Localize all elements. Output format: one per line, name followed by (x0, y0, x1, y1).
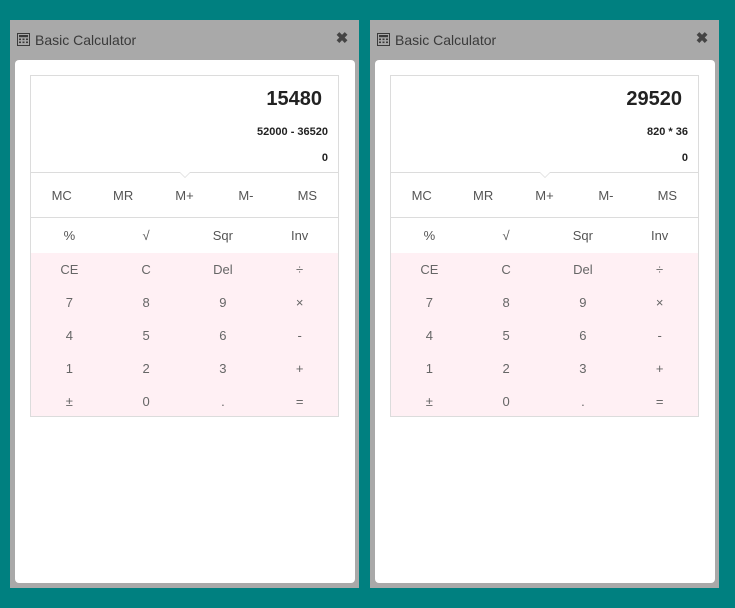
close-icon[interactable]: ✖ (335, 31, 349, 47)
percent-button[interactable]: % (31, 218, 108, 253)
mr-button[interactable]: MR (92, 173, 153, 217)
key-minus-button[interactable]: - (261, 319, 338, 352)
memory-value: 0 (681, 152, 688, 164)
mc-button[interactable]: MC (31, 173, 92, 217)
key-c-button[interactable]: C (468, 253, 545, 286)
keypad: CE C Del ÷ 7 8 9 × 4 5 6- 1 2 3 + ±0. = (31, 253, 338, 416)
memory-button-row: MC MR M+ M- MS (391, 173, 698, 218)
keypad: CE C Del ÷ 7 8 9 × 4 5 6- 1 2 3 + ±0. = (391, 253, 698, 416)
key-9-button[interactable]: 9 (545, 286, 622, 319)
key-4-button[interactable]: 4 (31, 319, 108, 352)
key-0-button[interactable]: 0 (468, 385, 545, 418)
key-7-button[interactable]: 7 (31, 286, 108, 319)
key-1-button[interactable]: 1 (31, 352, 108, 385)
function-button-row: % √ Sqr Inv (31, 218, 338, 253)
key-divide-button[interactable]: ÷ (261, 253, 338, 286)
calculator-window[interactable]: Basic Calculator ✖ 29520 820 * 36 0 MC MR M+ M- M… (370, 20, 719, 588)
key-3-button[interactable]: 3 (545, 352, 622, 385)
key-divide-button[interactable]: ÷ (621, 253, 698, 286)
ms-button[interactable]: MS (277, 173, 338, 217)
key-c-button[interactable]: C (108, 253, 185, 286)
key-multiply-button[interactable]: × (621, 286, 698, 319)
window-titlebar[interactable]: Basic Calculator ✖ (10, 20, 359, 60)
close-icon[interactable]: ✖ (695, 31, 709, 47)
key-5-button[interactable]: 5 (468, 319, 545, 352)
key-decimal-button[interactable]: . (185, 385, 262, 418)
function-button-row: % √ Sqr Inv (391, 218, 698, 253)
memory-button-row: MC MR M+ M- MS (31, 173, 338, 218)
sqr-button[interactable]: Sqr (185, 218, 262, 253)
expression-value: 52000 - 36520 (257, 126, 328, 138)
key-del-button[interactable]: Del (545, 253, 622, 286)
mminus-button[interactable]: M- (215, 173, 276, 217)
key-ce-button[interactable]: CE (31, 253, 108, 286)
expression-value: 820 * 36 (647, 126, 688, 138)
key-multiply-button[interactable]: × (261, 286, 338, 319)
key-6-button[interactable]: 6 (545, 319, 622, 352)
mplus-button[interactable]: M+ (154, 173, 215, 217)
key-ce-button[interactable]: CE (391, 253, 468, 286)
key-7-button[interactable]: 7 (391, 286, 468, 319)
key-decimal-button[interactable]: . (545, 385, 622, 418)
window-title: Basic Calculator (35, 32, 137, 48)
key-9-button[interactable]: 9 (185, 286, 262, 319)
window-titlebar[interactable]: Basic Calculator ✖ (370, 20, 719, 60)
key-8-button[interactable]: 8 (108, 286, 185, 319)
calculator-icon (377, 33, 390, 46)
key-2-button[interactable]: 2 (468, 352, 545, 385)
sqr-button[interactable]: Sqr (545, 218, 622, 253)
key-8-button[interactable]: 8 (468, 286, 545, 319)
mr-button[interactable]: MR (452, 173, 513, 217)
inv-button[interactable]: Inv (621, 218, 698, 253)
key-del-button[interactable]: Del (185, 253, 262, 286)
memory-value: 0 (321, 152, 328, 164)
key-plus-button[interactable]: + (621, 352, 698, 385)
key-plusminusminus-button[interactable]: ± (31, 385, 108, 418)
mc-button[interactable]: MC (391, 173, 452, 217)
calculator-display: 15480 52000 - 36520 0 (31, 76, 338, 172)
mplus-button[interactable]: M+ (514, 173, 575, 217)
percent-button[interactable]: % (391, 218, 468, 253)
key-5-button[interactable]: 5 (108, 319, 185, 352)
key-1-button[interactable]: 1 (391, 352, 468, 385)
key-3-button[interactable]: 3 (185, 352, 262, 385)
key-minus-button[interactable]: - (621, 319, 698, 352)
key-2-button[interactable]: 2 (108, 352, 185, 385)
calculator-icon (17, 33, 30, 46)
key-4-button[interactable]: 4 (391, 319, 468, 352)
sqrt-button[interactable]: √ (108, 218, 185, 253)
window-title: Basic Calculator (395, 32, 497, 48)
key-6-button[interactable]: 6 (185, 319, 262, 352)
calculator-display: 29520 820 * 36 0 (391, 76, 698, 172)
calculator: 29520 820 * 36 0 MC MR M+ M- MS% √ Sqr Inv CE C Del ÷ 7… (390, 75, 699, 417)
result-value: 15480 (266, 88, 322, 110)
ms-button[interactable]: MS (637, 173, 698, 217)
window-body: 29520 820 * 36 0 MC MR M+ M- MS% √ Sqr Inv CE C Del ÷ 7… (375, 60, 715, 583)
result-value: 29520 (626, 88, 682, 110)
key-0-button[interactable]: 0 (108, 385, 185, 418)
window-body: 15480 52000 - 36520 0 MC MR M+ M- MS% √ Sqr Inv CE C… (15, 60, 355, 583)
calculator-window[interactable]: Basic Calculator ✖ 15480 52000 - 36520 0 MC MR… (10, 20, 359, 588)
sqrt-button[interactable]: √ (468, 218, 545, 253)
mminus-button[interactable]: M- (575, 173, 636, 217)
key-plus-button[interactable]: + (261, 352, 338, 385)
inv-button[interactable]: Inv (261, 218, 338, 253)
key-equals-button[interactable]: = (261, 385, 338, 418)
key-equals-button[interactable]: = (621, 385, 698, 418)
calculator: 15480 52000 - 36520 0 MC MR M+ M- MS% √ Sqr Inv CE C… (30, 75, 339, 417)
key-plusminusminus-button[interactable]: ± (391, 385, 468, 418)
